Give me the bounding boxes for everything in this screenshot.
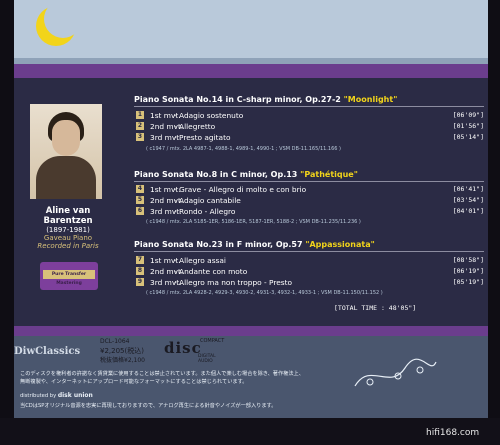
track-row: 4 1st mvt. - Grave - Allegro di molto e co… [136,185,484,195]
duration: [05'19"] [452,278,484,286]
artist-years: (1897-1981) [46,226,90,234]
track-row: 2 2nd mvt. - Allegretto [01'56"] [136,122,484,132]
track-row: 7 1st mvt. - Allegro assai [08'58"] [136,256,484,266]
divider-rule [134,251,484,252]
disk-union-logo: disk union [57,392,93,399]
jewel-case-left-edge [0,0,14,418]
compact-disc-logo: disc COMPACT DIGITAL AUDIO [164,338,226,364]
music-notes-doodle [354,358,437,387]
purple-stripe-top [14,64,488,78]
jewel-case-right-edge [488,0,500,418]
price-excl-tax: 税抜価格¥2,100 [100,357,145,364]
moon-shadow [44,0,82,38]
sky-band [14,0,488,58]
sonata-title-text: Piano Sonata No.23 in F minor, Op.57 [134,240,306,249]
tempo: - Presto agitato [174,133,231,142]
badge-label: Pure Transfer Mastering [43,270,95,286]
duration: [06'41"] [452,185,484,193]
recording-note: ( c1947 / mtx. 2LA 4987-1, 4988-1, 4989-… [146,146,341,152]
digital-audio-text: DIGITAL AUDIO [198,354,216,364]
duration: [05'14"] [452,133,484,141]
tempo: - Adagio sostenuto [174,111,244,120]
track-number: 9 [136,278,144,286]
catalog-number: DCL-1064 [100,338,130,345]
diwclassics-logo: DiwClassics [14,346,81,357]
duration: [01'56"] [452,122,484,130]
sonata-nickname: "Appassionata" [305,240,375,249]
disc-logo-text: disc [164,339,202,357]
track-number: 2 [136,122,144,130]
notice-line: 無断複製や、インターネットにアップロード可能なフォーマットにすることは禁じられて… [20,379,248,385]
portrait-body [36,156,96,199]
artist-recording-location: Recorded in Paris [37,242,99,250]
compact-text: COMPACT [200,338,225,344]
tempo: - Andante con moto [174,267,248,276]
sonata-nickname: "Pathétique" [300,170,358,179]
recording-note: ( c1948 / mtx. 2LA 4928-2, 4929-3, 4930-… [146,290,383,296]
notice-line: 当CDはSPオリジナル音源を忠実に再現しておりますので、アナログ再生による針音や… [20,403,277,409]
tempo: - Rondo - Allegro [174,207,236,216]
total-time: [TOTAL TIME : 48'05"] [334,304,417,312]
tempo: - Adagio cantabile [174,196,241,205]
duration: [04'01"] [452,207,484,215]
divider-rule [134,181,484,182]
watermark: hifi168.com [426,428,480,438]
duration: [08'58"] [452,256,484,264]
sonata-title-text: Piano Sonata No.8 in C minor, Op.13 [134,170,301,179]
artist-piano: Gaveau Piano [43,234,93,242]
purple-stripe-bottom [14,326,488,336]
tempo: - Allegro assai [174,256,226,265]
sonata-title: Piano Sonata No.23 in F minor, Op.57 "Ap… [134,240,375,249]
divider-rule [134,106,484,107]
sonata-title: Piano Sonata No.8 in C minor, Op.13 "Pat… [134,170,358,179]
track-number: 6 [136,207,144,215]
track-number: 1 [136,111,144,119]
tempo: - Allegro ma non troppo - Presto [174,278,293,287]
track-number: 4 [136,185,144,193]
pure-transfer-mastering-badge: Pure Transfer Mastering [40,262,98,290]
track-row: 5 2nd mvt. - Adagio cantabile [03'54"] [136,196,484,206]
artist-portrait [30,104,102,199]
notice-line: このディスクを権利者の許諾なく賃貸業に使用することは禁止されています。また個人で… [20,371,304,377]
track-number: 7 [136,256,144,264]
track-row: 6 3rd mvt. - Rondo - Allegro [04'01"] [136,207,484,217]
distributor-line: distributed by disk union [20,392,93,399]
tempo: - Allegretto [174,122,216,131]
track-number: 8 [136,267,144,275]
artist-info: Aline van Barentzen (1897-1981) Gaveau P… [20,206,116,250]
tempo: - Grave - Allegro di molto e con brio [174,185,307,194]
distributed-by-label: distributed by [20,393,57,399]
artist-name: Aline van Barentzen [43,206,93,226]
track-number: 5 [136,196,144,204]
duration: [03'54"] [452,196,484,204]
duration: [06'19"] [452,267,484,275]
recording-note: ( c1948 / mtx. 2LA 5185-1ER, 5186-1ER, 5… [146,219,361,225]
track-row: 9 3rd mvt. - Allegro ma non troppo - Prest… [136,278,484,288]
portrait-face [52,120,80,156]
sonata-nickname: "Moonlight" [343,95,398,104]
track-number: 3 [136,133,144,141]
sonata-title-text: Piano Sonata No.14 in C-sharp minor, Op.… [134,95,344,104]
duration: [06'09"] [452,111,484,119]
track-row: 3 3rd mvt. - Presto agitato [05'14"] [136,133,484,143]
track-row: 8 2nd mvt. - Andante con moto [06'19"] [136,267,484,277]
sonata-title: Piano Sonata No.14 in C-sharp minor, Op.… [134,95,397,104]
track-row: 1 1st mvt. - Adagio sostenuto [06'09"] [136,111,484,121]
